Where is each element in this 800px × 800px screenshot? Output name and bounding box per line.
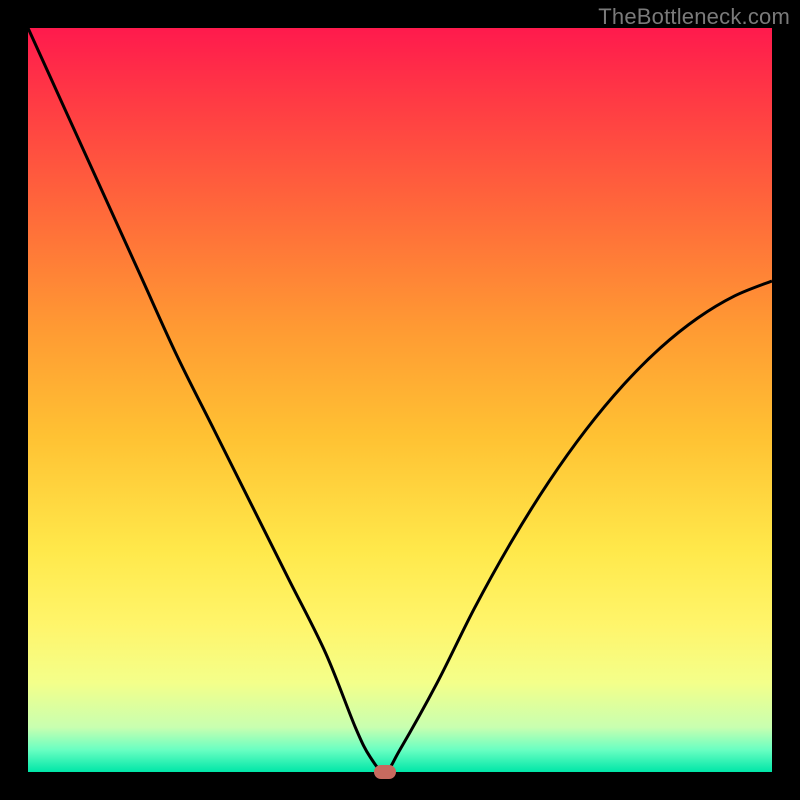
bottleneck-curve <box>28 28 772 772</box>
chart-plot-area <box>28 28 772 772</box>
optimal-point-marker <box>374 765 396 779</box>
watermark-text: TheBottleneck.com <box>598 4 790 30</box>
curve-line <box>28 28 772 772</box>
outer-frame: TheBottleneck.com <box>0 0 800 800</box>
